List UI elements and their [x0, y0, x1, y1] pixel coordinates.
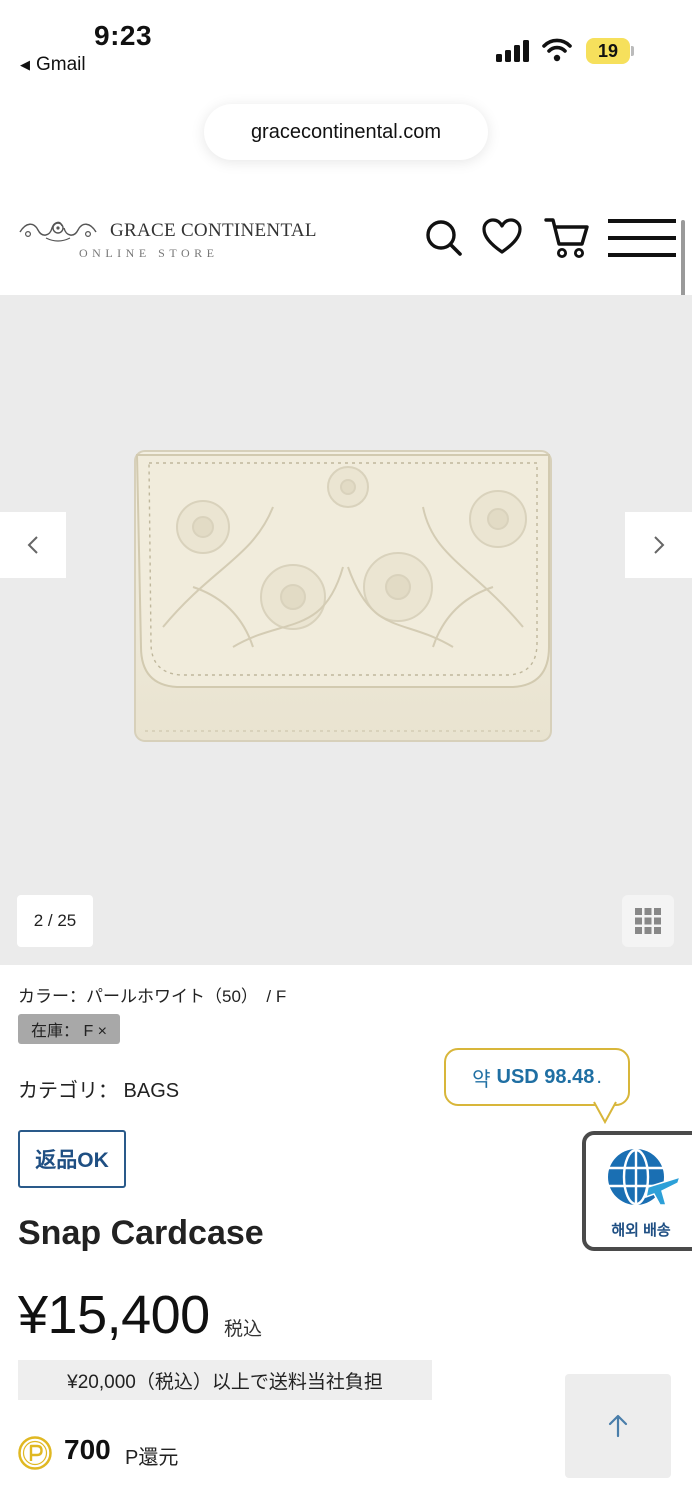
color-size-line: カラー：パールホワイト（50） / F [18, 987, 287, 1006]
product-price: ¥15,400 [18, 1285, 210, 1345]
status-time: 9:23 [94, 20, 153, 51]
category-line[interactable]: カテゴリ： BAGS [18, 1074, 179, 1103]
arrow-up-icon [608, 1414, 628, 1438]
logo-ornament-icon [19, 221, 97, 242]
chevron-right-icon [653, 536, 664, 554]
gallery-grid-button[interactable] [622, 895, 674, 947]
cellular-signal-icon [496, 40, 529, 62]
overseas-shipping-label: 해외 배송 [611, 1222, 671, 1239]
battery-tip [631, 46, 634, 56]
grid-icon [635, 908, 661, 934]
free-shipping-note: ¥20,000（税込）以上で送料当社負担 [18, 1360, 432, 1400]
points-coin-icon [18, 1436, 52, 1470]
return-ok-badge: 返品OK [18, 1130, 126, 1188]
usd-suffix: . [596, 1065, 602, 1088]
product-image [134, 450, 552, 742]
heart-icon[interactable] [481, 216, 523, 258]
bubble-tail [592, 1100, 618, 1125]
globe-airplane-icon [608, 1148, 682, 1206]
url-bar[interactable]: gracecontinental.com [204, 104, 488, 160]
product-title: Snap Cardcase [18, 1214, 264, 1252]
points-label: P還元 [125, 1447, 179, 1469]
logo-sub-text: ONLINE STORE [79, 246, 219, 260]
scroll-to-top-button[interactable] [565, 1374, 671, 1478]
battery-indicator: 19 [586, 38, 630, 64]
overseas-shipping-button[interactable]: 해외 배송 [582, 1131, 692, 1251]
usd-prefix: 약 [472, 1068, 491, 1091]
points-value: 700 [64, 1434, 111, 1465]
gallery-next-button[interactable] [625, 512, 692, 578]
search-icon[interactable] [422, 216, 464, 258]
back-to-app-link[interactable]: ◀ Gmail [20, 54, 86, 76]
menu-icon[interactable] [608, 218, 676, 258]
tax-included-label: 税込 [224, 1319, 263, 1340]
gallery-prev-button[interactable] [0, 512, 66, 578]
usd-price-bubble: 약 USD 98.48. [444, 1048, 630, 1106]
cart-icon[interactable] [544, 214, 590, 260]
gallery-counter: 2 / 25 [17, 895, 93, 947]
back-triangle-icon: ◀ [20, 57, 30, 72]
chevron-left-icon [27, 536, 38, 554]
back-app-label: Gmail [36, 54, 86, 75]
usd-value: USD 98.48 [496, 1065, 595, 1088]
stock-badge: 在庫： F × [18, 1014, 121, 1044]
logo-main-text[interactable]: GRACE CONTINENTAL [110, 220, 317, 242]
wifi-icon [542, 38, 572, 62]
